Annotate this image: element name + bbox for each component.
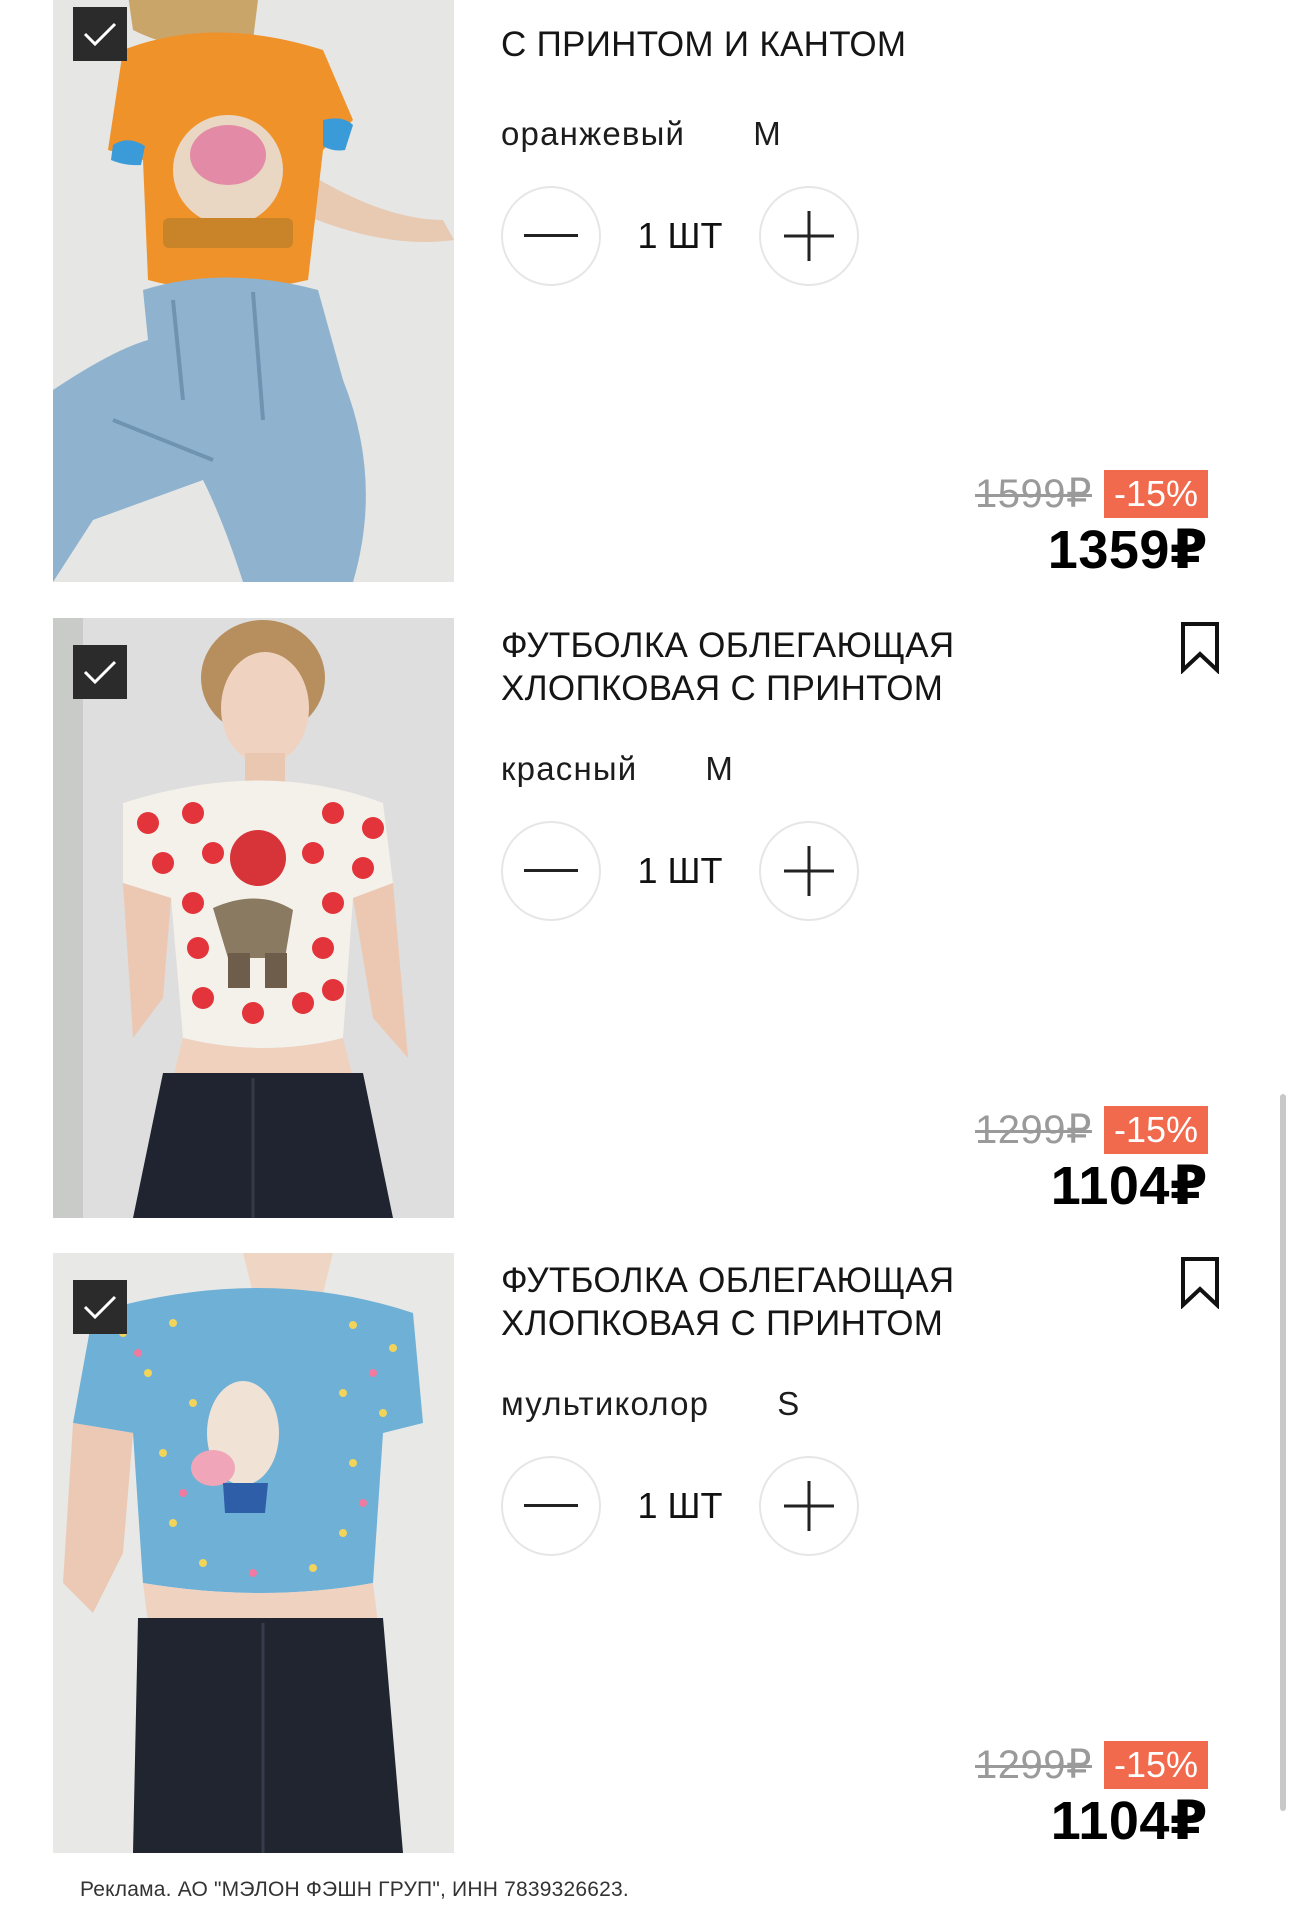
decrease-quantity-button[interactable] — [501, 186, 601, 286]
decrease-quantity-button[interactable] — [501, 1456, 601, 1556]
item-info: ФУТБОЛКА ОБЛЕГАЮЩАЯ ХЛОПКОВАЯ С ПРИНТОМ … — [501, 1253, 1243, 1853]
bookmark-icon — [1181, 622, 1219, 675]
price-block: 1299₽ -15% 1104₽ — [975, 1106, 1208, 1218]
quantity-stepper: 1 ШТ — [501, 186, 859, 286]
plus-icon — [784, 846, 834, 896]
price-block: 1299₽ -15% 1104₽ — [975, 1741, 1208, 1853]
item-checkbox[interactable] — [73, 1280, 127, 1334]
discount-badge: -15% — [1103, 470, 1208, 518]
plus-icon — [784, 1481, 834, 1531]
old-price: 1599₽ — [975, 472, 1092, 516]
product-size: M — [753, 115, 782, 152]
item-info: ФУТБОЛКА ОБЛЕГАЮЩАЯ ХЛОПКОВАЯ С ПРИНТОМ … — [501, 618, 1243, 1218]
product-title[interactable]: С ПРИНТОМ И КАНТОМ — [501, 23, 1021, 66]
product-variant: красный M — [501, 750, 734, 788]
minus-icon — [524, 234, 578, 237]
increase-quantity-button[interactable] — [759, 186, 859, 286]
discount-badge: -15% — [1103, 1106, 1208, 1154]
product-color: мультиколор — [501, 1385, 710, 1422]
product-color: оранжевый — [501, 115, 686, 152]
blue-floral-tshirt-photo — [53, 1253, 454, 1853]
product-title[interactable]: ФУТБОЛКА ОБЛЕГАЮЩАЯ ХЛОПКОВАЯ С ПРИНТОМ — [501, 624, 1021, 710]
increase-quantity-button[interactable] — [759, 821, 859, 921]
cart-page: С ПРИНТОМ И КАНТОМ оранжевый M 1 ШТ 1599… — [0, 0, 1296, 1920]
bookmark-icon — [1181, 1257, 1219, 1310]
product-size: M — [705, 750, 735, 787]
price-block: 1599₽ -15% 1359₽ — [975, 470, 1208, 582]
product-color: красный — [501, 750, 638, 787]
cart-item: ФУТБОЛКА ОБЛЕГАЮЩАЯ ХЛОПКОВАЯ С ПРИНТОМ … — [53, 1253, 1243, 1853]
bookmark-button[interactable] — [1177, 620, 1223, 675]
decrease-quantity-button[interactable] — [501, 821, 601, 921]
item-info: С ПРИНТОМ И КАНТОМ оранжевый M 1 ШТ 1599… — [501, 0, 1243, 582]
product-size: S — [777, 1385, 801, 1422]
item-checkbox[interactable] — [73, 7, 127, 61]
bookmark-button[interactable] — [1177, 1255, 1223, 1310]
increase-quantity-button[interactable] — [759, 1456, 859, 1556]
quantity-stepper: 1 ШТ — [501, 821, 859, 921]
quantity-value: 1 ШТ — [637, 850, 723, 891]
scrollbar[interactable] — [1280, 1094, 1286, 1811]
current-price: 1104₽ — [1050, 1791, 1208, 1851]
product-variant: мультиколор S — [501, 1385, 800, 1423]
product-photo[interactable] — [53, 618, 454, 1218]
discount-badge: -15% — [1103, 1741, 1208, 1789]
orange-tshirt-photo — [53, 0, 454, 582]
advertising-disclaimer: Реклама. АО "МЭЛОН ФЭШН ГРУП", ИНН 78393… — [80, 1878, 629, 1901]
current-price: 1359₽ — [1047, 520, 1208, 580]
cart-item: ФУТБОЛКА ОБЛЕГАЮЩАЯ ХЛОПКОВАЯ С ПРИНТОМ … — [53, 618, 1243, 1218]
old-price: 1299₽ — [975, 1108, 1092, 1152]
plus-icon — [784, 211, 834, 261]
old-price: 1299₽ — [975, 1743, 1092, 1787]
item-checkbox[interactable] — [73, 645, 127, 699]
checkmark-icon — [83, 22, 117, 46]
current-price: 1104₽ — [1050, 1156, 1208, 1216]
minus-icon — [524, 1504, 578, 1507]
quantity-value: 1 ШТ — [637, 1485, 723, 1526]
quantity-stepper: 1 ШТ — [501, 1456, 859, 1556]
cart-item: С ПРИНТОМ И КАНТОМ оранжевый M 1 ШТ 1599… — [53, 0, 1243, 582]
checkmark-icon — [83, 660, 117, 684]
quantity-value: 1 ШТ — [637, 215, 723, 256]
product-variant: оранжевый M — [501, 115, 782, 153]
red-polka-dot-tshirt-photo — [53, 618, 454, 1218]
checkmark-icon — [83, 1295, 117, 1319]
product-photo[interactable] — [53, 1253, 454, 1853]
product-photo[interactable] — [53, 0, 454, 582]
minus-icon — [524, 869, 578, 872]
product-title[interactable]: ФУТБОЛКА ОБЛЕГАЮЩАЯ ХЛОПКОВАЯ С ПРИНТОМ — [501, 1259, 1021, 1345]
